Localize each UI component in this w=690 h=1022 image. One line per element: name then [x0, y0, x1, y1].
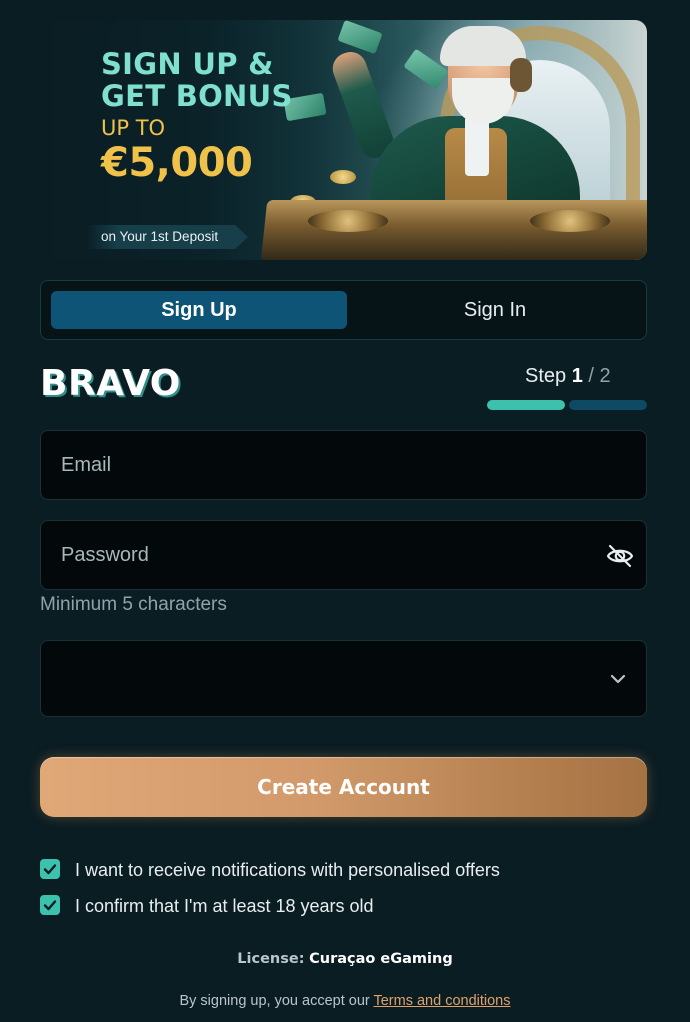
password-input[interactable]	[41, 521, 646, 589]
terms-link[interactable]: Terms and conditions	[373, 993, 510, 1009]
password-hint: Minimum 5 characters	[40, 594, 227, 615]
step-separator: /	[582, 365, 600, 387]
banner-deposit-note: on Your 1st Deposit	[86, 225, 248, 249]
tab-sign-in[interactable]: Sign In	[347, 291, 643, 329]
tab-sign-up[interactable]: Sign Up	[51, 291, 347, 329]
turntable-graphic	[308, 210, 388, 232]
promo-banner[interactable]: SIGN UP & GET BONUS UP TO €5,000 on Your…	[40, 20, 647, 260]
logo-play-icon	[108, 15, 117, 27]
coin-graphic	[330, 170, 356, 184]
email-input[interactable]	[41, 431, 646, 499]
password-field-wrapper	[40, 520, 647, 590]
brand-logo: BRAVO	[40, 363, 181, 404]
step-progress-segment-1	[487, 400, 565, 410]
step-progress-segment-2	[569, 400, 647, 410]
step-word: Step	[525, 365, 567, 387]
step-current: 1	[571, 365, 583, 387]
chevron-down-icon	[608, 669, 628, 689]
turntable-graphic	[530, 210, 610, 232]
check-icon	[43, 864, 57, 875]
banner-text: SIGN UP & GET BONUS UP TO €5,000	[101, 48, 293, 186]
money-bill-graphic	[337, 20, 383, 55]
currency-select[interactable]	[40, 640, 647, 717]
step-total: 2	[599, 365, 611, 387]
step-indicator: Step 1 / 2	[525, 364, 611, 388]
age-confirm-checkbox-label: I confirm that I'm at least 18 years old	[75, 896, 374, 916]
notifications-checkbox[interactable]	[40, 859, 60, 879]
create-account-button[interactable]: Create Account	[40, 757, 647, 817]
license-info: License: Curaçao eGaming	[0, 951, 690, 967]
headphones-icon	[510, 58, 532, 92]
email-field-wrapper	[40, 430, 647, 500]
banner-headline-line1: SIGN UP &	[101, 47, 274, 81]
banner-headline-line2: GET BONUS	[101, 79, 293, 113]
dj-shirt-graphic	[465, 116, 489, 176]
terms-notice: By signing up, you accept our Terms and …	[0, 993, 690, 1009]
license-key: License:	[237, 951, 305, 967]
license-value: Curaçao eGaming	[309, 951, 453, 967]
banner-amount: €5,000	[101, 140, 253, 186]
eye-off-icon[interactable]	[606, 542, 634, 570]
terms-prefix: By signing up, you accept our	[179, 993, 374, 1009]
check-icon	[43, 900, 57, 911]
banner-up-to: UP TO	[101, 116, 166, 140]
notifications-checkbox-label: I want to receive notifications with per…	[75, 860, 500, 880]
auth-tabs: Sign Up Sign In	[40, 280, 647, 340]
age-confirm-checkbox[interactable]	[40, 895, 60, 915]
